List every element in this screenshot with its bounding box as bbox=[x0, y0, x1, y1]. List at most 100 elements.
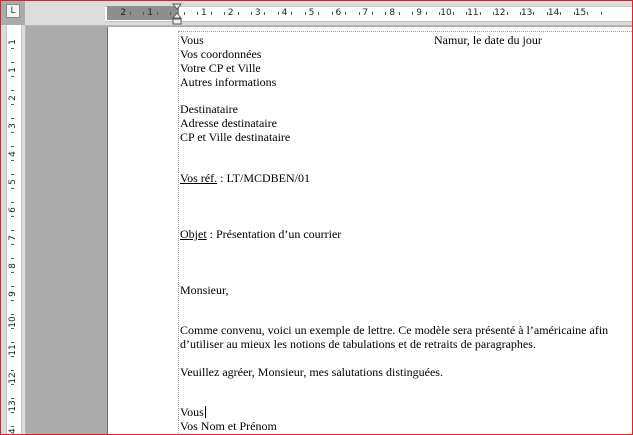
ruler-tick bbox=[385, 12, 387, 15]
vertical-ruler-number: 2 bbox=[8, 95, 18, 101]
vertical-ruler-tick bbox=[11, 244, 14, 245]
ruler-number: 2 bbox=[120, 8, 127, 18]
ruler-number: 1 bbox=[147, 8, 153, 18]
sender-city: Votre CP et Ville bbox=[180, 61, 261, 75]
ruler-tick bbox=[466, 12, 468, 15]
ruler-tick bbox=[264, 12, 266, 15]
horizontal-ruler[interactable]: 2 1 1 2 3 4 5 6 7 8 9 10 11 12 13 14 15 bbox=[25, 1, 632, 26]
salutation: Monsieur, bbox=[180, 283, 229, 297]
ruler-tick bbox=[425, 12, 427, 15]
ruler-tick bbox=[493, 12, 495, 15]
ruler-number: 11 bbox=[467, 8, 479, 18]
ruler-number: 7 bbox=[362, 8, 369, 18]
ruler-number: 5 bbox=[308, 8, 315, 18]
vertical-ruler-tick bbox=[11, 412, 14, 413]
vertical-ruler-tick bbox=[11, 90, 14, 91]
ruler-tick bbox=[237, 12, 239, 15]
vertical-ruler-tick bbox=[11, 314, 14, 315]
body-line-1: Comme convenu, voici un exemple de lettr… bbox=[180, 323, 609, 337]
ruler-tick bbox=[519, 12, 521, 15]
ruler-number: 2 bbox=[227, 8, 234, 18]
tab-selector-button[interactable]: L bbox=[6, 4, 20, 18]
ruler-number: 6 bbox=[335, 8, 342, 18]
vertical-ruler-tick bbox=[11, 188, 14, 189]
recipient-address: Adresse destinataire bbox=[180, 116, 277, 130]
vertical-ruler-tick bbox=[11, 356, 14, 357]
signature-line: Vous bbox=[180, 405, 206, 419]
ruler-tick bbox=[143, 12, 145, 15]
ruler-number: 4 bbox=[281, 8, 288, 18]
vertical-ruler[interactable]: 1 1 2 3 4 5 6 7 8 9 10 11 12 13 14 bbox=[1, 25, 26, 434]
ruler-number: 3 bbox=[254, 8, 261, 18]
ruler-tick bbox=[197, 12, 199, 15]
vertical-ruler-number: 9 bbox=[8, 291, 18, 297]
vertical-ruler-tick bbox=[11, 300, 14, 301]
subject-line: Objet : Présentation d’un courrier bbox=[180, 227, 341, 241]
ruler-tick bbox=[412, 12, 414, 15]
vertical-ruler-number: 4 bbox=[8, 151, 18, 157]
vertical-ruler-tick bbox=[11, 286, 14, 287]
text-cursor bbox=[204, 406, 206, 418]
sender-address: Vos coordonnées bbox=[180, 47, 262, 61]
ruler-tick bbox=[156, 12, 158, 15]
ruler-tick bbox=[452, 12, 454, 15]
signature-fullname: Vos Nom et Prénom bbox=[180, 419, 277, 433]
vertical-ruler-number: 6 bbox=[8, 207, 18, 213]
ruler-tick bbox=[304, 12, 306, 15]
vertical-ruler-tick bbox=[11, 202, 14, 203]
sender-name: Vous bbox=[180, 33, 204, 47]
closing: Veuillez agréer, Monsieur, mes salutatio… bbox=[180, 365, 443, 379]
ruler-number: 10 bbox=[440, 8, 452, 18]
indent-marker-icon[interactable] bbox=[172, 3, 182, 25]
ruler-tick bbox=[587, 12, 589, 15]
ruler-tick bbox=[277, 12, 279, 15]
sender-other: Autres informations bbox=[180, 75, 277, 89]
document-window: L 2 1 1 2 3 4 5 6 7 8 9 10 11 12 13 14 15 1 1 2 3 4 5 6 7 8 9 10 11… bbox=[0, 0, 633, 435]
vertical-ruler-tick bbox=[11, 426, 14, 427]
ruler-tick bbox=[291, 12, 293, 15]
ruler-tick bbox=[560, 12, 562, 15]
vertical-ruler-tick bbox=[11, 146, 14, 147]
ruler-tick bbox=[345, 12, 347, 15]
vertical-ruler-tick bbox=[11, 328, 14, 329]
vertical-ruler-tick bbox=[11, 342, 14, 343]
vertical-ruler-tick bbox=[11, 216, 14, 217]
ruler-tick bbox=[210, 12, 212, 15]
ruler-tick bbox=[479, 12, 481, 15]
ruler-tick bbox=[331, 12, 333, 15]
vertical-ruler-tick bbox=[11, 76, 14, 77]
vertical-ruler-tick bbox=[11, 272, 14, 273]
vertical-ruler-tick bbox=[11, 174, 14, 175]
vertical-ruler-number: 8 bbox=[8, 263, 18, 269]
vertical-ruler-tick bbox=[11, 118, 14, 119]
vertical-ruler-tick bbox=[11, 384, 14, 385]
vertical-ruler-tick bbox=[11, 230, 14, 231]
vertical-ruler-number: 10 bbox=[8, 316, 18, 328]
ruler-number: 12 bbox=[494, 8, 506, 18]
ruler-number: 14 bbox=[547, 8, 560, 18]
document-page[interactable]: Vous Namur, le date du jour Vos coordonn… bbox=[107, 27, 632, 434]
vertical-ruler-tick bbox=[11, 370, 14, 371]
recipient-city: CP et Ville destinataire bbox=[180, 130, 291, 144]
vertical-ruler-tick bbox=[11, 48, 14, 49]
place-date: Namur, le date du jour bbox=[434, 33, 542, 47]
ruler-tick bbox=[439, 12, 441, 15]
vertical-ruler-tick bbox=[11, 160, 14, 161]
ruler-number: 13 bbox=[520, 8, 533, 18]
vertical-ruler-number: 1 bbox=[8, 39, 18, 45]
vertical-ruler-number: 12 bbox=[8, 372, 18, 384]
vertical-ruler-number: 7 bbox=[8, 235, 18, 241]
vertical-ruler-number: 14 bbox=[8, 428, 18, 435]
ruler-number: 1 bbox=[201, 8, 207, 18]
ruler-tick bbox=[372, 12, 374, 15]
vertical-ruler-number: 5 bbox=[8, 179, 18, 185]
ruler-number: 9 bbox=[416, 8, 422, 18]
vertical-ruler-number: 3 bbox=[8, 123, 18, 129]
reference-line: Vos réf. : LT/MCDBEN/01 bbox=[180, 171, 310, 185]
vertical-ruler-tick bbox=[11, 398, 14, 399]
vertical-ruler-number: 1 bbox=[8, 67, 18, 73]
ruler-number: 8 bbox=[389, 8, 396, 18]
vertical-ruler-tick bbox=[11, 104, 14, 105]
ruler-tick bbox=[129, 12, 131, 15]
reference-value: : LT/MCDBEN/01 bbox=[217, 171, 311, 185]
